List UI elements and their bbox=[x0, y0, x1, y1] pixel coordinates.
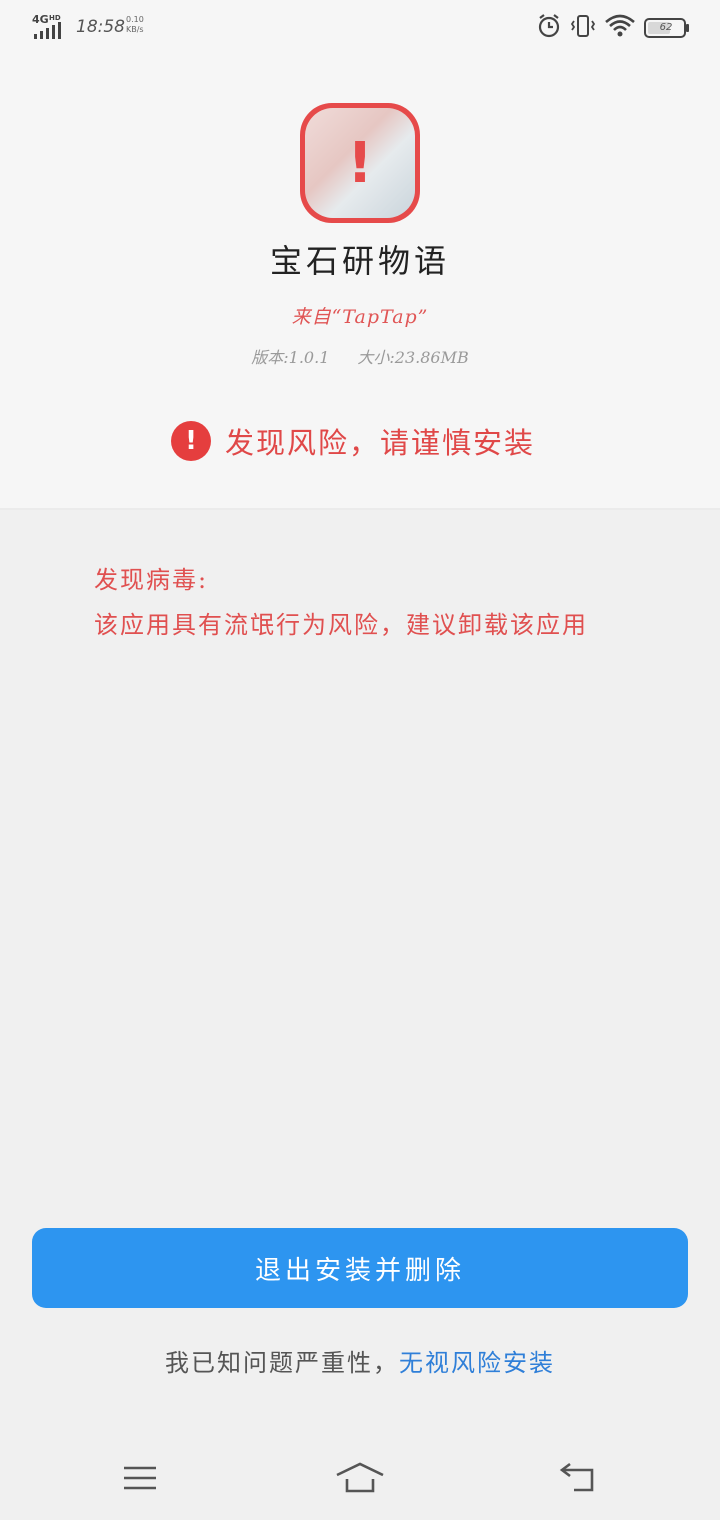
signal-icon: 4G HD bbox=[32, 12, 68, 40]
speed-value: 0.10 bbox=[126, 15, 144, 24]
alarm-icon bbox=[536, 13, 562, 43]
wifi-icon bbox=[604, 13, 636, 43]
exclamation-icon: ! bbox=[171, 421, 211, 461]
divider bbox=[0, 508, 720, 510]
risk-warning-text: 发现风险，请谨慎安装 bbox=[225, 426, 536, 460]
vibrate-icon bbox=[570, 13, 596, 43]
virus-description: 该应用具有流氓行为风险，建议卸载该应用 bbox=[94, 611, 588, 639]
status-time: 18:58 bbox=[76, 17, 125, 37]
status-bar: 4G HD 18:58 0.10 KB/s 62 bbox=[0, 0, 720, 56]
app-name: 宝石研物语 bbox=[269, 242, 450, 280]
exit-and-delete-button[interactable]: 退出安装并删除 bbox=[32, 1228, 688, 1308]
navigation-bar bbox=[0, 1440, 720, 1520]
battery-icon: 62 bbox=[644, 18, 690, 38]
app-version: 版本:1.0.1 bbox=[251, 348, 330, 367]
ignore-risk-row: 我已知问题严重性，无视风险安装 bbox=[0, 1343, 720, 1378]
network-label: 4G bbox=[32, 13, 49, 26]
back-icon[interactable] bbox=[548, 1456, 608, 1500]
speed-unit: KB/s bbox=[126, 25, 144, 34]
app-icon: ! bbox=[300, 103, 420, 223]
battery-level: 62 bbox=[659, 22, 673, 33]
menu-icon[interactable] bbox=[110, 1456, 170, 1500]
virus-title: 发现病毒: bbox=[94, 566, 209, 594]
ack-text: 我已知问题严重性， bbox=[165, 1349, 399, 1377]
network-sub-label: HD bbox=[49, 14, 61, 22]
risk-warning: ! 发现风险，请谨慎安装 bbox=[171, 420, 535, 462]
home-icon[interactable] bbox=[330, 1456, 390, 1500]
ignore-risk-install-link[interactable]: 无视风险安装 bbox=[399, 1349, 555, 1377]
app-warning-mark-icon: ! bbox=[347, 130, 373, 196]
network-speed: 0.10 KB/s bbox=[126, 15, 144, 35]
app-source: 来自“TapTap” bbox=[291, 306, 429, 328]
app-size: 大小:23.86MB bbox=[357, 348, 469, 367]
app-meta: 版本:1.0.1 大小:23.86MB bbox=[0, 344, 720, 368]
